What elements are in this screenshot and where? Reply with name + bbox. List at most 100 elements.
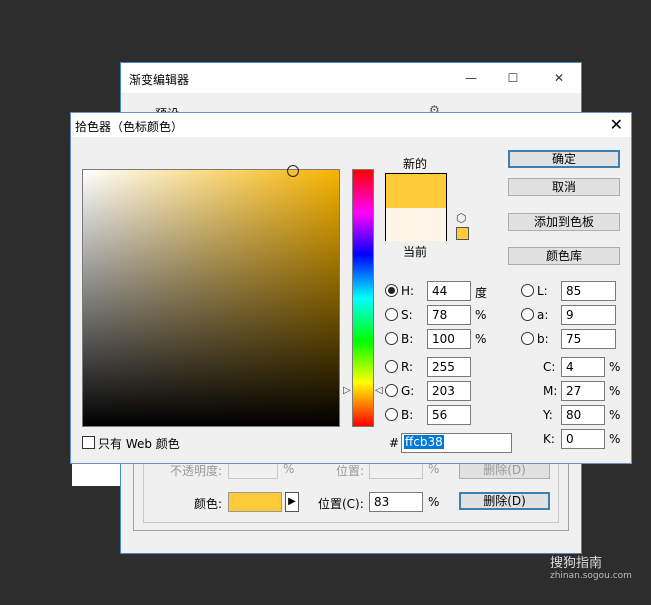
magenta-label: M: (543, 384, 558, 398)
color-picker-titlebar: 拾色器（色标颜色） ✕ (71, 113, 631, 137)
blue-label: B: (401, 408, 414, 422)
web-only-checkbox[interactable] (82, 436, 95, 449)
brightness-radio[interactable] (385, 332, 398, 345)
minimize-icon[interactable]: — (457, 67, 485, 89)
brightness-row: B: 100 % (385, 329, 495, 349)
saturation-radio[interactable] (385, 308, 398, 321)
swatch-arrow-icon[interactable]: ▶ (285, 492, 299, 512)
brightness-field[interactable]: 100 (427, 329, 471, 349)
maximize-icon[interactable]: ☐ (499, 67, 527, 89)
location-field[interactable]: 83 (369, 492, 423, 512)
saturation-label: S: (401, 308, 413, 322)
green-label: G: (401, 384, 415, 398)
green-field[interactable]: 203 (427, 381, 471, 401)
black-row: K: 0 % (541, 429, 625, 449)
watermark: 搜狗指南 zhinan.sogou.com (550, 552, 632, 581)
location-label-faded: 位置: (336, 464, 365, 478)
saturation-field[interactable]: 78 (427, 305, 471, 325)
saturation-row: S: 78 % (385, 305, 495, 325)
red-field[interactable]: 255 (427, 357, 471, 377)
red-radio[interactable] (385, 360, 398, 373)
color-libraries-button[interactable]: 颜色库 (508, 247, 620, 265)
saturation-brightness-field[interactable] (82, 165, 340, 427)
cyan-field[interactable]: 4 (561, 357, 605, 377)
blue-radio[interactable] (385, 408, 398, 421)
hue-arrow-right-icon[interactable]: ◁ (375, 385, 383, 396)
cyan-row: C: 4 % (541, 357, 625, 377)
magenta-unit: % (609, 384, 621, 398)
yellow-label: Y: (543, 408, 553, 422)
lab-l-label: L: (537, 284, 548, 298)
lab-a-field[interactable]: 9 (561, 305, 616, 325)
watermark-text: 搜狗指南 (550, 556, 603, 571)
add-to-swatches-button[interactable]: 添加到色板 (508, 213, 620, 231)
red-row: R: 255 (385, 357, 495, 377)
yellow-unit: % (609, 408, 621, 422)
brightness-unit: % (475, 332, 487, 346)
hue-radio[interactable] (385, 284, 398, 297)
cyan-label: C: (543, 360, 556, 374)
blue-field[interactable]: 56 (427, 405, 471, 425)
stop-color-swatch[interactable] (228, 492, 282, 512)
lab-a-row: a: 9 (521, 305, 621, 325)
green-radio[interactable] (385, 384, 398, 397)
location-unit: % (428, 495, 440, 509)
gradient-editor-title: 渐变编辑器 (129, 73, 190, 87)
lab-a-radio[interactable] (521, 308, 534, 321)
black-field[interactable]: 0 (561, 429, 605, 449)
location-label: 位置(C): (318, 497, 364, 511)
ok-button[interactable]: 确定 (508, 150, 620, 168)
color-compare-swatch (385, 173, 447, 241)
green-row: G: 203 (385, 381, 495, 401)
color-picker-dialog: 拾色器（色标颜色） ✕ ▷ ◁ 新的 当前 ⬡ 确定 取消 添加到色板 颜色库 … (70, 112, 632, 464)
magenta-row: M: 27 % (541, 381, 625, 401)
gradient-editor-titlebar: 渐变编辑器 — ☐ ✕ (121, 63, 581, 93)
yellow-field[interactable]: 80 (561, 405, 605, 425)
hue-row: H: 44 度 (385, 281, 495, 301)
color-picker-title: 拾色器（色标颜色） (75, 120, 184, 134)
lab-b-field[interactable]: 75 (561, 329, 616, 349)
color-label: 颜色: (194, 497, 223, 511)
close-icon[interactable]: ✕ (545, 67, 573, 89)
delete-color-button[interactable]: 删除(D) (459, 492, 550, 510)
red-label: R: (401, 360, 414, 374)
web-safe-swatch[interactable] (456, 227, 469, 240)
lab-b-label: b: (537, 332, 549, 346)
location-unit-faded: % (428, 462, 440, 476)
lab-a-label: a: (537, 308, 549, 322)
black-unit: % (609, 432, 621, 446)
close-icon[interactable]: ✕ (610, 115, 623, 134)
lab-b-radio[interactable] (521, 332, 534, 345)
web-only-label: 只有 Web 颜色 (98, 437, 180, 451)
yellow-row: Y: 80 % (541, 405, 625, 425)
hue-slider[interactable] (352, 169, 374, 427)
hex-field[interactable]: ffcb38 (401, 433, 512, 453)
color-cursor[interactable] (287, 165, 299, 177)
lab-l-radio[interactable] (521, 284, 534, 297)
hue-unit: 度 (475, 286, 488, 300)
hex-value: ffcb38 (404, 435, 444, 449)
brightness-label: B: (401, 332, 414, 346)
hex-prefix: # (389, 436, 400, 450)
opacity-unit: % (283, 462, 295, 476)
hue-label: H: (401, 284, 415, 298)
current-color-label: 当前 (403, 245, 428, 259)
opacity-label: 不透明度: (170, 464, 223, 478)
new-color-label: 新的 (403, 157, 428, 171)
new-color-swatch (386, 174, 446, 208)
lab-l-field[interactable]: 85 (561, 281, 616, 301)
saturation-unit: % (475, 308, 487, 322)
cancel-button[interactable]: 取消 (508, 178, 620, 196)
lab-l-row: L: 85 (521, 281, 621, 301)
hue-arrow-left-icon[interactable]: ▷ (343, 385, 351, 396)
cube-icon[interactable]: ⬡ (456, 211, 466, 225)
magenta-field[interactable]: 27 (561, 381, 605, 401)
current-color-swatch[interactable] (386, 208, 446, 241)
hue-field[interactable]: 44 (427, 281, 471, 301)
editor-strip (72, 462, 120, 486)
lab-b-row: b: 75 (521, 329, 621, 349)
black-label: K: (543, 432, 555, 446)
watermark-url: zhinan.sogou.com (550, 571, 632, 581)
blue-row: B: 56 (385, 405, 495, 425)
cyan-unit: % (609, 360, 621, 374)
